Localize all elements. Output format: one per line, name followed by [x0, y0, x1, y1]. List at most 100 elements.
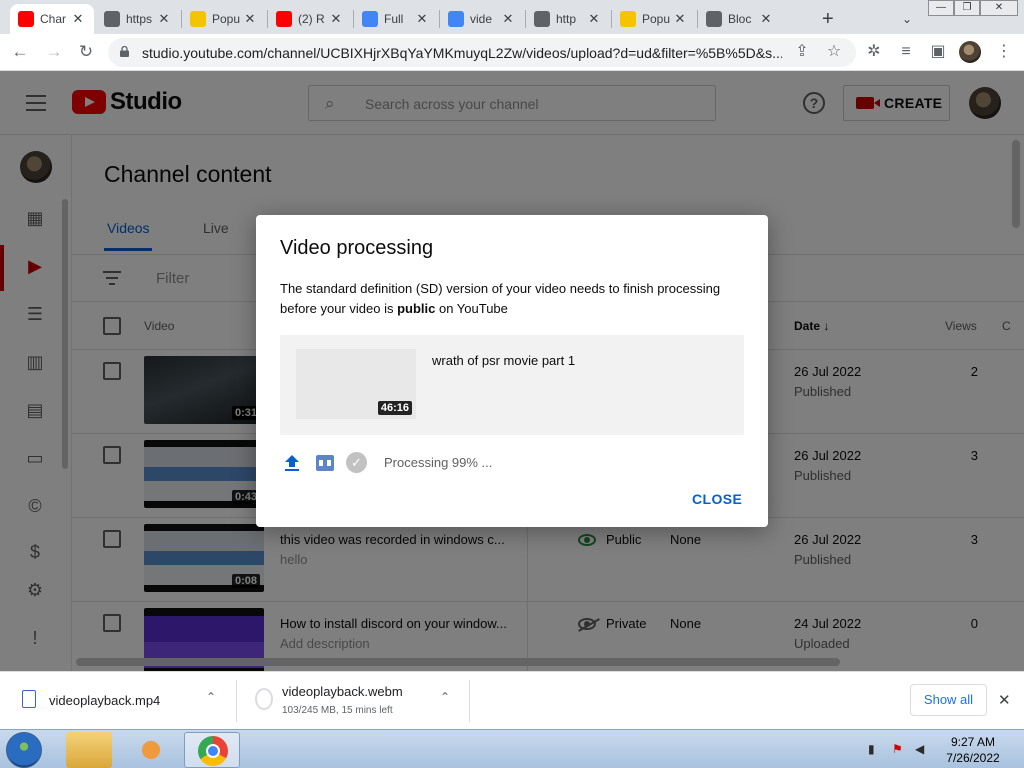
close-tab-icon[interactable]: ✕ [586, 11, 602, 27]
video-thumbnail: 46:16 [296, 349, 416, 419]
google-g-favicon-icon [448, 11, 464, 27]
show-all-button[interactable]: Show all [910, 684, 987, 716]
bookmark-star-icon[interactable]: ☆ [824, 42, 844, 62]
back-arrow-icon[interactable]: ← [8, 40, 32, 64]
reload-icon[interactable]: ↻ [74, 40, 98, 64]
upload-icon [285, 455, 299, 471]
windows-taskbar: ▮ ⚑ ◀ 9:27 AM 7/26/2022 [0, 729, 1024, 768]
action-center-flag-icon[interactable]: ⚑ [892, 742, 906, 756]
download-item[interactable]: videoplayback.mp4 ⌃ [0, 672, 236, 730]
globe-favicon-icon [534, 11, 550, 27]
download-name: videoplayback.webm [282, 684, 403, 699]
tab-separator [439, 10, 440, 28]
tab-search-chevron-icon[interactable]: ⌄ [894, 4, 916, 34]
browser-tab[interactable]: https ✕ [96, 4, 180, 34]
video-card: 46:16 wrath of psr movie part 1 [280, 335, 744, 435]
shelf-divider [469, 680, 470, 722]
tab-title: vide [470, 12, 493, 26]
browser-tab[interactable]: (2) R ✕ [268, 4, 352, 34]
browser-tab[interactable]: vide ✕ [440, 4, 524, 34]
browser-toolbar: ← → ↻ studio.youtube.com/channel/UCBIXHj… [0, 34, 1024, 71]
video-title: wrath of psr movie part 1 [432, 353, 576, 368]
colorful-favicon-icon [362, 11, 378, 27]
tab-title: https [126, 12, 153, 26]
close-tab-icon[interactable]: ✕ [672, 11, 688, 27]
chrome-icon [198, 736, 228, 766]
tab-title: Char [40, 12, 67, 26]
forward-arrow-icon[interactable]: → [42, 40, 66, 64]
browser-tab[interactable]: Popu ✕ [182, 4, 266, 34]
side-panel-icon[interactable]: ▣ [928, 42, 948, 62]
browser-tab[interactable]: Char ✕ [10, 4, 94, 34]
system-clock[interactable]: 9:27 AM 7/26/2022 [940, 734, 1006, 766]
dialog-message-bold: public [397, 301, 436, 316]
share-icon[interactable]: ⇪ [792, 42, 812, 62]
chevron-up-icon[interactable]: ⌃ [440, 690, 450, 704]
tab-separator [697, 10, 698, 28]
browser-tab[interactable]: Bloc ✕ [698, 4, 782, 34]
dialog-message: The standard definition (SD) version of … [280, 279, 740, 319]
browser-tab[interactable]: Full ✕ [354, 4, 438, 34]
tab-title: Popu [212, 12, 241, 26]
close-tab-icon[interactable]: ✕ [156, 11, 172, 27]
honey-favicon-icon [190, 11, 206, 27]
restore-window-button[interactable]: ❐ [954, 0, 980, 16]
lock-icon [120, 46, 129, 57]
browser-tab[interactable]: Popu ✕ [612, 4, 696, 34]
url-text: studio.youtube.com/channel/UCBIXHjrXBqYa… [142, 45, 782, 61]
tab-title: Full [384, 12, 404, 26]
tab-separator [181, 10, 182, 28]
check-circle-icon: ✓ [346, 452, 367, 473]
honey-favicon-icon [620, 11, 636, 27]
start-button[interactable] [6, 732, 42, 768]
download-shelf: videoplayback.mp4 ⌃ videoplayback.webm 1… [0, 671, 1024, 729]
tab-title: Bloc [728, 12, 752, 26]
download-name: videoplayback.mp4 [49, 693, 161, 708]
dialog-message-suffix: on YouTube [435, 301, 508, 316]
download-detail: 103/245 MB, 15 mins left [282, 705, 393, 716]
globe-favicon-icon [104, 11, 120, 27]
close-shelf-icon[interactable]: ✕ [998, 691, 1011, 709]
video-processing-dialog: Video processing The standard definition… [256, 215, 768, 527]
processing-status: ✓ Processing 99% ... [280, 452, 740, 476]
minimize-window-button[interactable]: — [928, 0, 954, 16]
address-bar[interactable]: studio.youtube.com/channel/UCBIXHjrXBqYa… [108, 38, 856, 67]
youtube-red-favicon-icon [276, 11, 292, 27]
tab-separator [353, 10, 354, 28]
youtube-red-favicon-icon [18, 11, 34, 27]
tab-title: Popu [642, 12, 671, 26]
tab-title: (2) R [298, 12, 325, 26]
tab-title: http [556, 12, 577, 26]
close-tab-icon[interactable]: ✕ [70, 11, 86, 27]
network-icon[interactable]: ▮ [868, 742, 882, 756]
close-window-button[interactable]: ✕ [980, 0, 1018, 16]
media-player-icon[interactable] [128, 732, 174, 768]
download-progress-ring-icon [255, 688, 273, 710]
chevron-up-icon[interactable]: ⌃ [206, 690, 216, 704]
browser-tab-strip: Char ✕ https ✕ Popu ✕ (2) R ✕ Full ✕ vide ✕ http ✕ Pop… [0, 0, 1024, 34]
file-explorer-icon[interactable] [66, 732, 112, 768]
close-tab-icon[interactable]: ✕ [500, 11, 516, 27]
dialog-title: Video processing [280, 237, 434, 259]
globe-favicon-icon [706, 11, 722, 27]
chrome-taskbar-button[interactable] [184, 732, 240, 768]
close-tab-icon[interactable]: ✕ [328, 11, 344, 27]
more-menu-icon[interactable]: ⋮ [994, 42, 1014, 62]
volume-icon[interactable]: ◀ [915, 742, 929, 756]
processing-text: Processing 99% ... [384, 455, 493, 470]
sd-quality-icon [316, 455, 334, 471]
video-duration: 46:16 [377, 401, 412, 415]
download-item[interactable]: videoplayback.webm 103/245 MB, 15 mins l… [237, 672, 469, 730]
close-button[interactable]: CLOSE [692, 491, 742, 507]
profile-avatar[interactable] [959, 41, 981, 63]
browser-tab[interactable]: http ✕ [526, 4, 610, 34]
close-tab-icon[interactable]: ✕ [414, 11, 430, 27]
file-icon [22, 690, 36, 708]
tab-separator [611, 10, 612, 28]
extensions-puzzle-icon[interactable]: ✲ [864, 42, 884, 62]
tab-separator [525, 10, 526, 28]
close-tab-icon[interactable]: ✕ [758, 11, 774, 27]
new-tab-button[interactable]: + [814, 4, 840, 34]
media-playlist-icon[interactable]: ≡ [896, 42, 916, 62]
close-tab-icon[interactable]: ✕ [242, 11, 258, 27]
